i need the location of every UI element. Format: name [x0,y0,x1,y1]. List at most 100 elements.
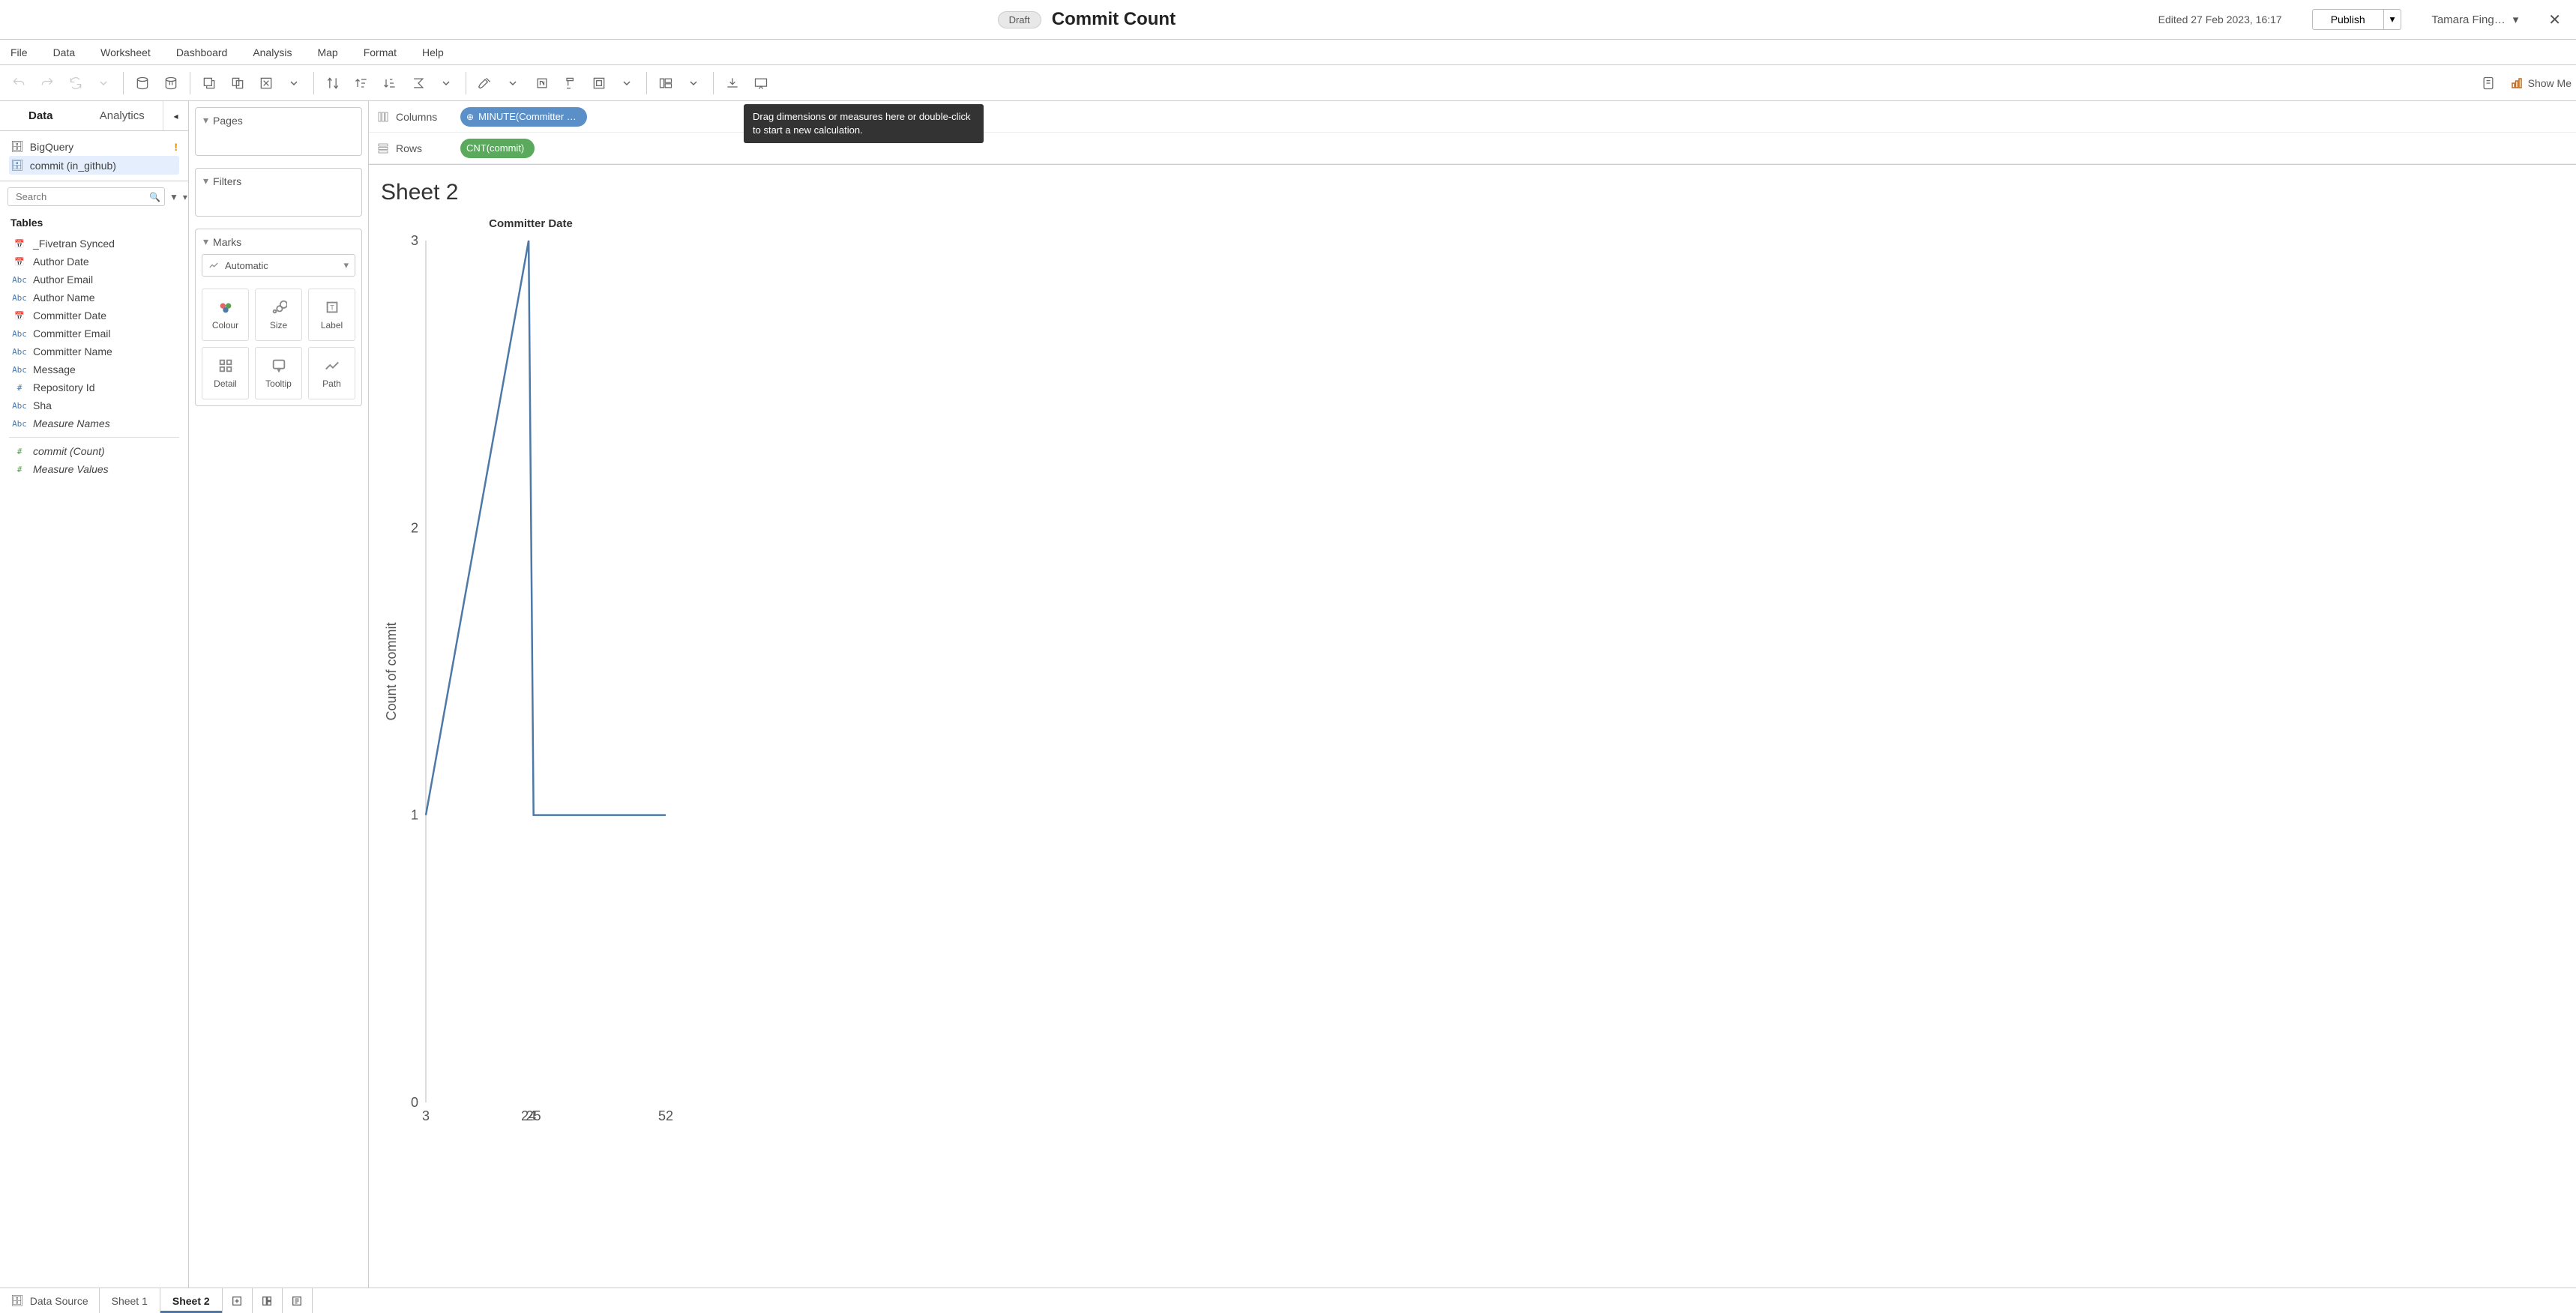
showhide-button[interactable] [651,69,680,97]
toolbar: Show Me [0,65,2576,101]
field-measure-names[interactable]: AbcMeasure Names [6,414,182,432]
data-source-tab[interactable]: 🗄 Data Source [0,1288,100,1313]
download-button[interactable] [718,69,747,97]
mark-colour[interactable]: Colour [202,289,249,341]
tab-data[interactable]: Data [0,101,82,130]
menu-analysis[interactable]: Analysis [253,46,292,58]
duplicate-button[interactable] [223,69,252,97]
mark-label[interactable]: T Label [308,289,355,341]
swap-button[interactable] [319,69,347,97]
filter-fields-icon[interactable]: ▼ [169,188,178,206]
totals-button[interactable] [404,69,433,97]
mark-type-dropdown[interactable]: Automatic ▾ [202,254,355,277]
replay-button[interactable] [61,69,90,97]
undo-button[interactable] [4,69,33,97]
chevron-down-icon: ▾ [203,235,208,248]
totals-caret[interactable] [433,69,461,97]
calendar-icon: 📅 [12,257,27,267]
chevron-down-icon: ▾ [203,175,208,187]
collapse-data-pane-icon[interactable]: ◂ [163,101,188,130]
new-worksheet-button[interactable] [195,69,223,97]
clear-sheet-button[interactable] [252,69,280,97]
field-committer-date[interactable]: 📅Committer Date [6,307,182,325]
sheet-tab-1[interactable]: Sheet 1 [100,1288,160,1313]
filters-shelf[interactable]: ▾Filters [195,168,362,217]
new-worksheet-tab[interactable] [223,1288,253,1313]
redo-button[interactable] [33,69,61,97]
columns-icon [376,110,390,124]
workbook-title[interactable]: Commit Count [1052,9,1176,30]
format-button[interactable] [556,69,585,97]
field-author-name[interactable]: AbcAuthor Name [6,289,182,307]
field-committer-name[interactable]: AbcCommitter Name [6,342,182,360]
rows-shelf[interactable]: Rows CNT(commit) [369,133,2576,164]
labels-button[interactable] [528,69,556,97]
field-sha[interactable]: AbcSha [6,396,182,414]
close-icon[interactable]: ✕ [2548,10,2561,29]
dataguide-button[interactable] [2474,69,2503,97]
sort-asc-button[interactable] [347,69,376,97]
replay-caret[interactable] [90,69,118,97]
field-fivetran-synced[interactable]: 📅_Fivetran Synced [6,235,182,253]
publish-dropdown[interactable]: ▾ [2384,9,2402,30]
user-menu[interactable]: Tamara Fing… ▾ [2431,13,2518,26]
abc-icon: Abc [12,401,27,411]
field-author-email[interactable]: AbcAuthor Email [6,271,182,289]
canvas: Columns ⊕ MINUTE(Committer … Drag dimens… [369,101,2576,1288]
datasource-bigquery[interactable]: 🗄 BigQuery ! [9,137,179,156]
menu-format[interactable]: Format [364,46,397,58]
new-datasource-button[interactable] [128,69,157,97]
menu-map[interactable]: Map [317,46,337,58]
mark-tooltip[interactable]: Tooltip [255,347,302,399]
menu-dashboard[interactable]: Dashboard [176,46,228,58]
publish-button[interactable]: Publish [2312,9,2384,30]
field-measure-values[interactable]: #Measure Values [6,460,182,478]
svg-text:3: 3 [411,233,418,248]
showhide-caret[interactable] [680,69,708,97]
highlight-button[interactable] [471,69,499,97]
pages-shelf[interactable]: ▾Pages [195,107,362,156]
field-message[interactable]: AbcMessage [6,360,182,378]
svg-text:Count of commit: Count of commit [384,622,399,720]
warning-icon: ! [174,141,178,153]
present-button[interactable] [747,69,775,97]
chart-column-header: Committer Date [381,214,681,233]
mark-path[interactable]: Path [308,347,355,399]
rows-pill-cnt-commit[interactable]: CNT(commit) [460,139,535,158]
fit-button[interactable] [585,69,613,97]
field-repository-id[interactable]: #Repository Id [6,378,182,396]
abc-icon: Abc [12,293,27,303]
tab-analytics[interactable]: Analytics [82,101,163,130]
fit-caret[interactable] [613,69,642,97]
sort-desc-button[interactable] [376,69,404,97]
svg-text:25: 25 [526,1108,541,1123]
fields-menu-icon[interactable]: ▾ [183,188,187,206]
field-committer-email[interactable]: AbcCommitter Email [6,325,182,342]
abc-icon: Abc [12,275,27,285]
database-icon: 🗄 [10,1294,24,1307]
svg-text:52: 52 [658,1108,673,1123]
mark-size[interactable]: Size [255,289,302,341]
datasource-commit[interactable]: 🗄 commit (in_github) [9,156,179,175]
svg-text:T: T [330,304,334,312]
mark-detail[interactable]: Detail [202,347,249,399]
menu-file[interactable]: File [10,46,28,58]
sheet-title[interactable]: Sheet 2 [381,180,681,205]
menu-help[interactable]: Help [422,46,444,58]
columns-pill-minute-committer[interactable]: ⊕ MINUTE(Committer … [460,107,587,127]
clear-caret[interactable] [280,69,309,97]
highlight-caret[interactable] [499,69,528,97]
field-commit-count[interactable]: #commit (Count) [6,442,182,460]
chart[interactable]: 01233242552Count of commit [381,233,681,1132]
new-story-tab[interactable] [283,1288,313,1313]
search-input[interactable] [7,187,165,206]
sheet-tab-2[interactable]: Sheet 2 [160,1288,223,1313]
abc-icon: Abc [12,347,27,357]
pause-updates-button[interactable] [157,69,185,97]
showme-button[interactable]: Show Me [2510,76,2572,90]
menu-worksheet[interactable]: Worksheet [100,46,151,58]
columns-shelf[interactable]: Columns ⊕ MINUTE(Committer … Drag dimens… [369,101,2576,133]
field-author-date[interactable]: 📅Author Date [6,253,182,271]
menu-data[interactable]: Data [53,46,76,58]
new-dashboard-tab[interactable] [253,1288,283,1313]
